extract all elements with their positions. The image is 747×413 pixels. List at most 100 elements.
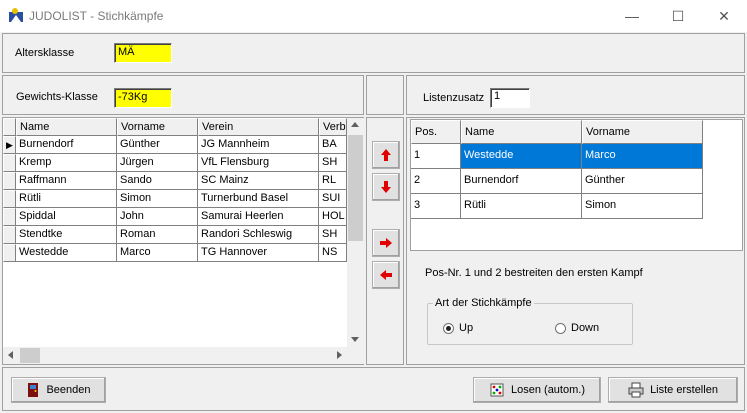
- table-cell[interactable]: Jürgen: [117, 154, 198, 172]
- scroll-right-icon[interactable]: [337, 351, 342, 359]
- table-cell[interactable]: John: [117, 208, 198, 226]
- move-up-button[interactable]: [372, 141, 400, 169]
- table-cell[interactable]: Kremp: [16, 154, 117, 172]
- window-title: JUDOLIST - Stichkämpfe: [29, 9, 164, 23]
- scroll-up-icon[interactable]: [351, 122, 359, 127]
- table-cell[interactable]: 3: [411, 194, 461, 219]
- vertical-scrollbar[interactable]: [347, 118, 364, 347]
- table-cell[interactable]: SUI: [319, 190, 347, 208]
- table-cell[interactable]: Günther: [117, 136, 198, 154]
- table-cell[interactable]: Marco: [117, 244, 198, 262]
- losen-button[interactable]: Losen (autom.): [473, 377, 601, 403]
- table-cell[interactable]: Günther: [582, 169, 703, 194]
- table-cell[interactable]: TG Hannover: [198, 244, 319, 262]
- participants-grid[interactable]: Name Vorname Verein Verba ▶ Burnendorf G…: [2, 117, 364, 365]
- table-cell[interactable]: Westedde: [16, 244, 117, 262]
- col-header-verband[interactable]: Verba: [319, 118, 347, 136]
- arrow-right-icon: [380, 238, 392, 248]
- col-header-name[interactable]: Name: [461, 120, 582, 144]
- title-bar: JUDOLIST - Stichkämpfe — ☐ ✕: [0, 0, 747, 32]
- table-cell-selected[interactable]: Marco: [582, 144, 703, 169]
- arrow-left-icon: [380, 270, 392, 280]
- close-button[interactable]: ✕: [701, 0, 747, 32]
- table-cell[interactable]: SC Mainz: [198, 172, 319, 190]
- stichkampf-groupbox: Art der Stichkämpfe Up Down: [427, 297, 633, 345]
- table-cell[interactable]: BA: [319, 136, 347, 154]
- table-cell[interactable]: SH: [319, 154, 347, 172]
- table-cell[interactable]: Burnendorf: [16, 136, 117, 154]
- arrow-up-icon: [381, 149, 391, 161]
- table-cell[interactable]: Simon: [117, 190, 198, 208]
- minimize-icon: —: [625, 8, 639, 24]
- altersklasse-field[interactable]: MÄ: [114, 43, 172, 63]
- radio-up-label: Up: [459, 322, 474, 334]
- listenzusatz-label: Listenzusatz: [423, 92, 485, 104]
- radio-down[interactable]: Down: [555, 322, 599, 334]
- stichkampf-grid[interactable]: Pos. Name Vorname 1 Westedde Marco 2 Bur…: [410, 119, 743, 251]
- altersklasse-label: Altersklasse: [15, 47, 75, 59]
- radio-checked-icon[interactable]: [443, 322, 454, 334]
- groupbox-legend: Art der Stichkämpfe: [433, 297, 534, 309]
- add-right-button[interactable]: [372, 229, 400, 257]
- table-cell[interactable]: Spiddal: [16, 208, 117, 226]
- beenden-button[interactable]: Beenden: [11, 377, 106, 403]
- col-header-pos[interactable]: Pos.: [411, 120, 461, 144]
- table-cell[interactable]: Randori Schleswig: [198, 226, 319, 244]
- col-header-vorname[interactable]: Vorname: [117, 118, 198, 136]
- table-cell[interactable]: HOL: [319, 208, 347, 226]
- horizontal-scrollbar[interactable]: [3, 347, 347, 364]
- col-header-verein[interactable]: Verein: [198, 118, 319, 136]
- table-cell[interactable]: Samurai Heerlen: [198, 208, 319, 226]
- table-cell[interactable]: Simon: [582, 194, 703, 219]
- table-cell-selected[interactable]: Westedde: [461, 144, 582, 169]
- info-text: Pos-Nr. 1 und 2 bestreiten den ersten Ka…: [425, 267, 643, 279]
- vertical-scroll-thumb[interactable]: [348, 135, 363, 241]
- listenzusatz-field[interactable]: 1: [490, 88, 530, 108]
- table-cell[interactable]: Sando: [117, 172, 198, 190]
- row-indicator: [3, 154, 16, 172]
- table-cell[interactable]: 1: [411, 144, 461, 169]
- row-indicator: [3, 190, 16, 208]
- gewichtsklasse-label: Gewichts-Klasse: [16, 91, 98, 103]
- table-cell[interactable]: NS: [319, 244, 347, 262]
- horizontal-scroll-thumb[interactable]: [20, 348, 40, 363]
- losen-label: Losen (autom.): [511, 384, 585, 396]
- table-cell[interactable]: Rütli: [461, 194, 582, 219]
- remove-left-button[interactable]: [372, 261, 400, 289]
- liste-erstellen-button[interactable]: Liste erstellen: [608, 377, 738, 403]
- listenzusatz-panel: Listenzusatz 1: [406, 75, 745, 115]
- table-cell[interactable]: Stendtke: [16, 226, 117, 244]
- col-header-vorname[interactable]: Vorname: [582, 120, 703, 144]
- table-cell[interactable]: Raffmann: [16, 172, 117, 190]
- row-indicator: [3, 208, 16, 226]
- table-cell[interactable]: SH: [319, 226, 347, 244]
- row-indicator: [3, 172, 16, 190]
- gewichtsklasse-field[interactable]: -73Kg: [114, 88, 172, 108]
- table-cell[interactable]: 2: [411, 169, 461, 194]
- dice-icon: [490, 383, 504, 397]
- col-header-name[interactable]: Name: [16, 118, 117, 136]
- row-indicator: [3, 226, 16, 244]
- radio-unchecked-icon[interactable]: [555, 322, 566, 334]
- row-indicator: [3, 244, 16, 262]
- table-cell[interactable]: RL: [319, 172, 347, 190]
- table-cell[interactable]: VfL Flensburg: [198, 154, 319, 172]
- scroll-left-icon[interactable]: [8, 351, 13, 359]
- app-icon: [8, 7, 24, 23]
- maximize-button[interactable]: ☐: [655, 0, 701, 32]
- table-cell[interactable]: Turnerbund Basel: [198, 190, 319, 208]
- maximize-icon: ☐: [671, 7, 685, 24]
- altersklasse-panel: Altersklasse MÄ: [2, 33, 745, 73]
- table-cell[interactable]: Burnendorf: [461, 169, 582, 194]
- radio-up[interactable]: Up: [443, 322, 473, 334]
- scroll-down-icon[interactable]: [351, 337, 359, 342]
- bottom-panel: Beenden Losen (autom.) Liste erstellen: [2, 367, 745, 411]
- table-cell[interactable]: Rütli: [16, 190, 117, 208]
- move-down-button[interactable]: [372, 173, 400, 201]
- minimize-button[interactable]: —: [609, 0, 655, 32]
- table-cell[interactable]: JG Mannheim: [198, 136, 319, 154]
- table-cell[interactable]: Roman: [117, 226, 198, 244]
- beenden-label: Beenden: [46, 384, 91, 396]
- grid-corner: [3, 118, 16, 136]
- radio-down-label: Down: [571, 322, 600, 334]
